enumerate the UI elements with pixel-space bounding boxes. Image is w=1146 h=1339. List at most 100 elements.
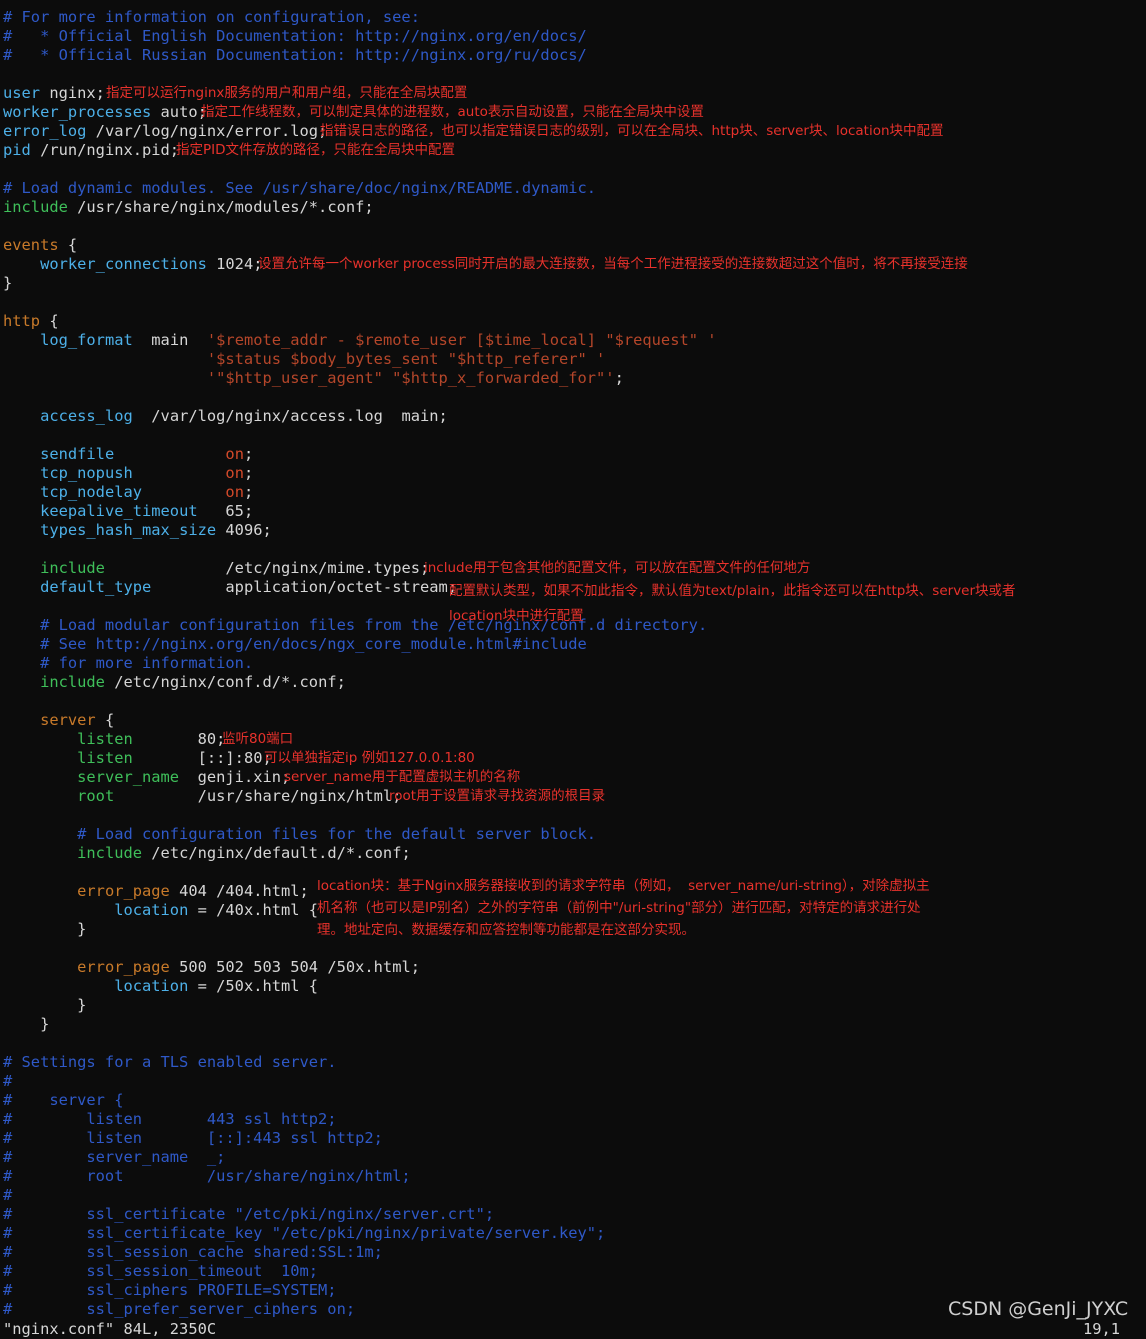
code-line[interactable]: }: [3, 274, 12, 293]
code-token-value: /usr/share/nginx/modules/*.conf;: [67, 198, 374, 216]
code-line[interactable]: # * Official Russian Documentation: http…: [3, 46, 587, 65]
code-line[interactable]: # for more information.: [3, 654, 253, 673]
annotation-note: 指定可以运行nginx服务的用户和用户组，只能在全局块配置: [106, 85, 468, 101]
code-line[interactable]: listen 80;: [3, 730, 225, 749]
code-line[interactable]: include /etc/nginx/default.d/*.conf;: [3, 844, 411, 863]
code-line[interactable]: worker_processes auto;: [3, 103, 207, 122]
code-token-value: [3, 749, 77, 767]
code-token-comment: # Load configuration files for the defau…: [3, 825, 597, 843]
code-token-on_value: on: [225, 464, 244, 482]
code-line[interactable]: # ssl_certificate "/etc/pki/nginx/server…: [3, 1205, 494, 1224]
code-line[interactable]: # server_name _;: [3, 1148, 225, 1167]
code-token-value: ;: [243, 464, 254, 482]
code-line[interactable]: events {: [3, 236, 77, 255]
code-line[interactable]: access_log /var/log/nginx/access.log mai…: [3, 407, 448, 426]
code-line[interactable]: user nginx;: [3, 84, 105, 103]
code-line[interactable]: # * Official English Documentation: http…: [3, 27, 587, 46]
location-annotation-line: 机名称（也可以是IP别名）之外的字符串（前例中"/uri-string"部分）进…: [317, 900, 921, 916]
location-annotation: location块：基于Nginx服务器接收到的请求字符串（例如， server…: [317, 875, 997, 941]
code-line[interactable]: '$status $body_bytes_sent "$http_referer…: [3, 350, 605, 369]
code-line[interactable]: sendfile on;: [3, 445, 253, 464]
code-token-value: 65;: [197, 502, 254, 520]
code-line[interactable]: location = /40x.html {: [3, 901, 318, 920]
code-token-value: 500 502 503 504 /50x.html;: [169, 958, 420, 976]
code-line[interactable]: keepalive_timeout 65;: [3, 502, 253, 521]
code-token-comment: # Load modular configuration files from …: [3, 616, 708, 634]
code-line[interactable]: listen [::]:80;: [3, 749, 272, 768]
code-line[interactable]: # ssl_ciphers PROFILE=SYSTEM;: [3, 1281, 337, 1300]
code-line[interactable]: # server {: [3, 1091, 123, 1110]
code-token-value: [3, 559, 40, 577]
code-token-value: /etc/nginx/mime.types;: [104, 559, 430, 577]
code-line[interactable]: # Load dynamic modules. See /usr/share/d…: [3, 179, 596, 198]
code-token-directive: tcp_nopush: [40, 464, 133, 482]
code-line[interactable]: log_format main '$remote_addr - $remote_…: [3, 331, 716, 350]
code-line[interactable]: #: [3, 1186, 12, 1205]
annotation-note: 监听80端口: [222, 731, 294, 747]
code-line[interactable]: }: [3, 996, 86, 1015]
code-line[interactable]: location = /50x.html {: [3, 977, 318, 996]
code-token-value: 4096;: [216, 521, 272, 539]
code-line[interactable]: include /etc/nginx/mime.types;: [3, 559, 429, 578]
code-line[interactable]: '"$http_user_agent" "$http_x_forwarded_f…: [3, 369, 624, 388]
code-line[interactable]: # ssl_session_timeout 10m;: [3, 1262, 318, 1281]
code-line[interactable]: }: [3, 920, 86, 939]
code-line[interactable]: # ssl_session_cache shared:SSL:1m;: [3, 1243, 383, 1262]
code-token-value: [142, 483, 225, 501]
code-token-on_value: on: [225, 445, 244, 463]
code-line[interactable]: # Settings for a TLS enabled server.: [3, 1053, 337, 1072]
code-token-value: ;: [614, 369, 624, 387]
code-token-comment: # for more information.: [3, 654, 254, 672]
code-line[interactable]: # root /usr/share/nginx/html;: [3, 1167, 411, 1186]
code-token-keyword: events: [3, 236, 59, 254]
code-line[interactable]: error_log /var/log/nginx/error.log;: [3, 122, 327, 141]
vim-editor[interactable]: # For more information on configuration,…: [0, 0, 1146, 1331]
code-token-value: [3, 787, 77, 805]
code-token-value: main: [132, 331, 207, 349]
code-line[interactable]: # listen 443 ssl http2;: [3, 1110, 337, 1129]
code-line[interactable]: http {: [3, 312, 59, 331]
code-token-value: [3, 901, 114, 919]
code-line[interactable]: root /usr/share/nginx/html;: [3, 787, 401, 806]
code-token-value: [3, 407, 40, 425]
code-line[interactable]: worker_connections 1024;: [3, 255, 262, 274]
code-token-value: }: [3, 274, 13, 292]
code-line[interactable]: # listen [::]:443 ssl http2;: [3, 1129, 383, 1148]
code-token-comment: # ssl_certificate_key "/etc/pki/nginx/pr…: [3, 1224, 606, 1242]
code-line[interactable]: error_page 500 502 503 504 /50x.html;: [3, 958, 420, 977]
code-line[interactable]: server {: [3, 711, 114, 730]
code-token-value: [3, 977, 114, 995]
annotation-note: 指定工作线程数，可以制定具体的进程数，auto表示自动设置，只能在全局块中设置: [201, 104, 704, 120]
code-line[interactable]: # Load modular configuration files from …: [3, 616, 707, 635]
code-token-value: /run/nginx.pid;: [30, 141, 180, 159]
code-token-value: [3, 521, 40, 539]
code-line[interactable]: tcp_nopush on;: [3, 464, 253, 483]
annotation-note: 配置默认类型，如果不加此指令，默认值为text/plain，此指令还可以在htt…: [449, 583, 1016, 599]
code-token-include_kw: listen: [77, 749, 133, 767]
code-line[interactable]: }: [3, 1015, 49, 1034]
code-line[interactable]: include /etc/nginx/conf.d/*.conf;: [3, 673, 346, 692]
code-line[interactable]: #: [3, 1072, 12, 1091]
code-line[interactable]: default_type application/octet-stream;: [3, 578, 457, 597]
code-line[interactable]: pid /run/nginx.pid;: [3, 141, 179, 160]
code-line[interactable]: types_hash_max_size 4096;: [3, 521, 272, 540]
code-line[interactable]: include /usr/share/nginx/modules/*.conf;: [3, 198, 374, 217]
code-token-value: [3, 673, 40, 691]
code-line[interactable]: error_page 404 /404.html;: [3, 882, 309, 901]
code-token-comment: # * Official English Documentation: http…: [3, 27, 587, 45]
code-token-value: }: [3, 920, 87, 938]
code-token-directive: user: [3, 84, 41, 102]
code-token-keyword: http: [3, 312, 41, 330]
code-line[interactable]: tcp_nodelay on;: [3, 483, 253, 502]
code-token-directive: access_log: [40, 407, 133, 425]
code-line[interactable]: # ssl_certificate_key "/etc/pki/nginx/pr…: [3, 1224, 605, 1243]
code-line[interactable]: # See http://nginx.org/en/docs/ngx_core_…: [3, 635, 587, 654]
location-annotation-line: location块：基于Nginx服务器接收到的请求字符串（例如， server…: [317, 878, 930, 894]
code-line[interactable]: # For more information on configuration,…: [3, 8, 420, 27]
code-token-value: {: [58, 236, 78, 254]
code-line[interactable]: # Load configuration files for the defau…: [3, 825, 596, 844]
code-token-directive: pid: [3, 141, 31, 159]
code-line[interactable]: # ssl_prefer_server_ciphers on;: [3, 1300, 355, 1319]
code-token-value: /var/log/nginx/error.log;: [86, 122, 328, 140]
code-line[interactable]: server_name genji.xin;: [3, 768, 290, 787]
